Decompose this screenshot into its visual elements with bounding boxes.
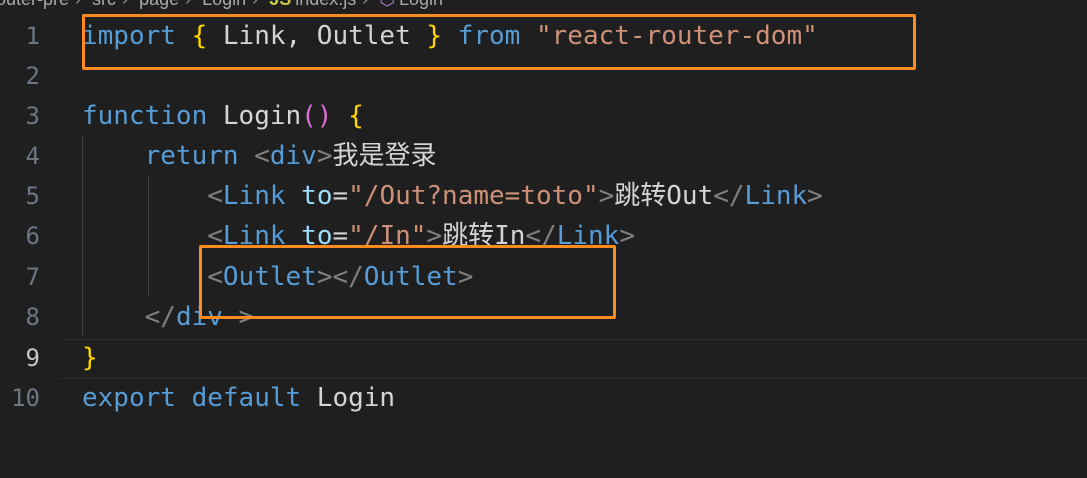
import-line-highlight bbox=[82, 14, 916, 70]
symbol-method-icon: ⬡ bbox=[379, 0, 395, 9]
code-token: Link bbox=[222, 181, 286, 211]
code-token: return bbox=[144, 141, 239, 171]
code-token: "/Out?name=toto" bbox=[348, 181, 599, 211]
code-token: < bbox=[207, 181, 223, 211]
code-text[interactable]: } bbox=[82, 338, 98, 378]
code-token: Out bbox=[666, 181, 714, 211]
breadcrumb-file[interactable]: index.js bbox=[295, 0, 356, 9]
code-text[interactable]: <Link to="/Out?name=toto">跳转Out</Link> bbox=[82, 176, 823, 216]
line-number: 10 bbox=[11, 384, 40, 412]
code-line[interactable]: 4 return <div>我是登录 bbox=[0, 136, 1087, 176]
chevron-right-icon: › bbox=[362, 0, 368, 9]
code-token: Login bbox=[207, 101, 302, 131]
line-number: 2 bbox=[25, 62, 40, 90]
chevron-right-icon: › bbox=[122, 0, 128, 9]
breadcrumb-item[interactable]: page bbox=[139, 0, 179, 9]
breadcrumb-item[interactable]: ct-router-pre bbox=[0, 0, 69, 9]
line-number: 4 bbox=[25, 142, 40, 170]
code-token: Link bbox=[744, 181, 808, 211]
line-number: 9 bbox=[25, 344, 40, 372]
code-text[interactable]: function Login() { bbox=[82, 96, 364, 136]
code-line[interactable]: 5 <Link to="/Out?name=toto">跳转Out</Link> bbox=[0, 176, 1087, 216]
code-token: > bbox=[598, 181, 615, 211]
code-token: { bbox=[348, 101, 364, 131]
breadcrumb: ct-router-pre › src › page › Login › JS index… bbox=[0, 0, 1087, 9]
line-number: 1 bbox=[25, 22, 40, 50]
code-token: </ bbox=[144, 302, 176, 332]
code-token: = bbox=[332, 181, 349, 211]
code-token: function bbox=[82, 101, 208, 131]
chevron-right-icon: › bbox=[252, 0, 258, 9]
code-token: div bbox=[269, 141, 317, 171]
code-token: < bbox=[254, 141, 270, 171]
code-line[interactable]: 10 export default Login bbox=[0, 378, 1087, 418]
breadcrumb-symbol[interactable]: Login bbox=[399, 0, 443, 9]
code-token: } bbox=[82, 343, 98, 373]
code-token: > bbox=[807, 181, 823, 211]
code-token: default bbox=[191, 383, 302, 413]
code-line[interactable]: 3 function Login() { bbox=[0, 96, 1087, 136]
code-token: 我是登录 bbox=[332, 141, 437, 171]
code-token: to bbox=[301, 181, 333, 211]
code-token: 跳转 bbox=[614, 181, 667, 211]
line-number: 5 bbox=[25, 182, 40, 210]
code-token: > bbox=[316, 141, 333, 171]
code-text[interactable]: return <div>我是登录 bbox=[82, 136, 437, 176]
code-token: () bbox=[301, 101, 333, 131]
line-number: 8 bbox=[25, 303, 40, 331]
code-token: export bbox=[82, 383, 176, 413]
code-token: </ bbox=[713, 181, 745, 211]
code-token: Login bbox=[301, 383, 396, 413]
chevron-right-icon: › bbox=[185, 0, 191, 9]
line-number: 7 bbox=[25, 263, 40, 291]
chevron-right-icon: › bbox=[75, 0, 81, 9]
outlet-line-highlight bbox=[199, 245, 616, 319]
line-number: 3 bbox=[25, 102, 40, 130]
code-line[interactable]: 9} bbox=[0, 338, 1087, 378]
code-token: > bbox=[619, 221, 635, 251]
javascript-file-icon: JS bbox=[269, 0, 291, 9]
line-number: 6 bbox=[25, 222, 40, 250]
breadcrumb-item[interactable]: src bbox=[92, 0, 116, 9]
code-text[interactable]: export default Login bbox=[82, 378, 395, 418]
breadcrumb-item[interactable]: Login bbox=[202, 0, 246, 9]
